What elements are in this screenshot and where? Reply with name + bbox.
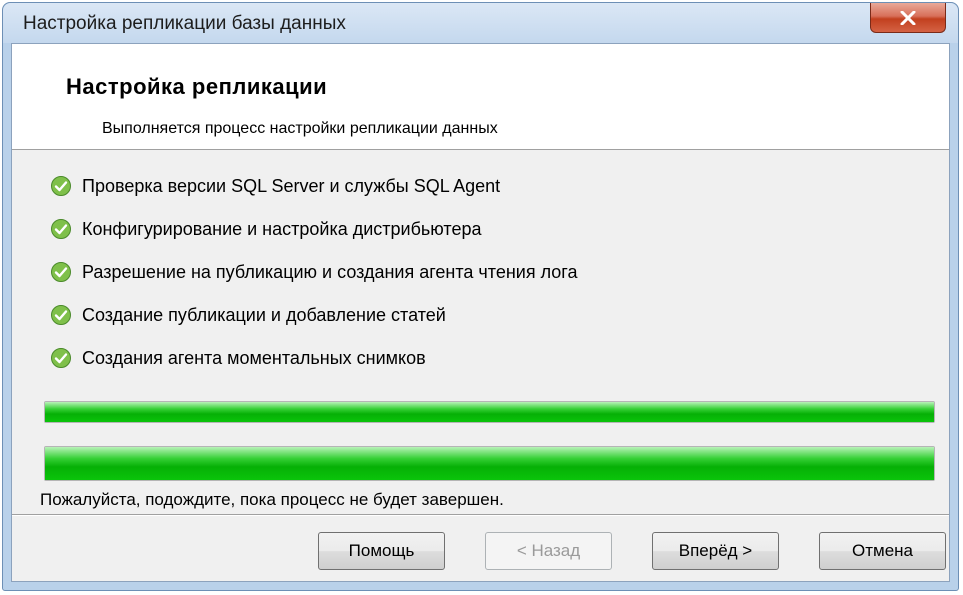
step-item: Конфигурирование и настройка дистрибьюте… [50,214,481,244]
step-progress-fill [45,402,934,422]
close-button[interactable] [870,3,946,33]
close-x-icon [900,10,916,25]
green-check-icon [51,262,71,282]
window-title: Настройка репликации базы данных [23,13,346,34]
step-item: Создания агента моментальных снимков [50,343,426,373]
step-label: Создания агента моментальных снимков [82,347,426,368]
overall-progress-fill [45,447,934,480]
step-label: Проверка версии SQL Server и службы SQL … [82,175,501,196]
step-item: Проверка версии SQL Server и службы SQL … [50,171,500,201]
next-button[interactable]: Вперёд > [652,532,779,570]
step-label: Разрешение на публикацию и создания аген… [82,261,578,282]
green-check-icon [51,219,71,239]
replication-setup-dialog: Настройка репликации базы данных Настрой… [2,2,959,591]
step-item: Разрешение на публикацию и создания аген… [50,257,578,287]
green-check-icon [51,305,71,325]
step-label: Конфигурирование и настройка дистрибьюте… [82,218,482,239]
step-label: Создание публикации и добавление статей [82,304,446,325]
help-button[interactable]: Помощь [318,532,445,570]
dialog-body: Настройка репликации Выполняется процесс… [11,43,950,582]
status-text: Пожалуйста, подождите, пока процесс не б… [40,490,504,509]
step-item: Создание публикации и добавление статей [50,300,446,330]
footer-divider [12,514,949,516]
back-button[interactable]: < Назад [485,532,612,570]
green-check-icon [51,348,71,368]
cancel-button[interactable]: Отмена [819,532,946,570]
title-bar[interactable]: Настройка репликации базы данных [3,3,958,43]
page-title: Настройка репликации [66,74,328,99]
wizard-header: Настройка репликации Выполняется процесс… [12,44,949,150]
green-check-icon [51,176,71,196]
overall-progress-bar [44,446,935,481]
page-subtitle: Выполняется процесс настройки репликации… [102,120,498,137]
step-progress-bar [44,401,935,423]
